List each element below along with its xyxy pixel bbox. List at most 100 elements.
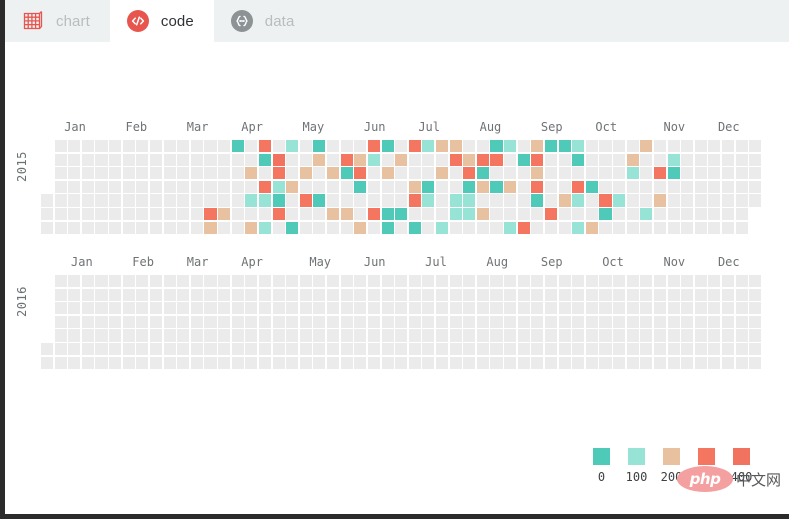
heatmap-cell[interactable]: [177, 356, 190, 369]
heatmap-cell[interactable]: [95, 288, 108, 301]
heatmap-cell[interactable]: [490, 153, 503, 166]
heatmap-cell[interactable]: [245, 180, 258, 193]
heatmap-cell[interactable]: [749, 180, 762, 193]
heatmap-cell[interactable]: [653, 356, 666, 369]
heatmap-cell[interactable]: [68, 153, 81, 166]
heatmap-cell[interactable]: [231, 315, 244, 328]
heatmap-cell[interactable]: [653, 275, 666, 288]
heatmap-cell[interactable]: [54, 180, 67, 193]
heatmap-cell[interactable]: [708, 140, 721, 153]
heatmap-cell[interactable]: [544, 180, 558, 193]
heatmap-cell[interactable]: [504, 343, 517, 356]
heatmap-cell[interactable]: [340, 194, 353, 207]
heatmap-cell[interactable]: [286, 208, 299, 221]
heatmap-cell[interactable]: [381, 302, 394, 315]
heatmap-cell[interactable]: [190, 329, 203, 342]
heatmap-cell[interactable]: [558, 140, 571, 153]
heatmap-cell[interactable]: [354, 275, 367, 288]
heatmap-cell[interactable]: [163, 288, 176, 301]
heatmap-cell[interactable]: [422, 343, 435, 356]
heatmap-cell[interactable]: [149, 329, 163, 342]
heatmap-cell[interactable]: [354, 153, 367, 166]
heatmap-cell[interactable]: [544, 275, 558, 288]
heatmap-cell[interactable]: [258, 140, 271, 153]
heatmap-cell[interactable]: [122, 221, 135, 234]
heatmap-cell[interactable]: [81, 167, 94, 180]
heatmap-cell[interactable]: [708, 329, 721, 342]
heatmap-cell[interactable]: [585, 194, 598, 207]
heatmap-cell[interactable]: [640, 153, 653, 166]
heatmap-cell[interactable]: [613, 167, 626, 180]
heatmap-cell[interactable]: [572, 194, 585, 207]
heatmap-cell[interactable]: [367, 315, 380, 328]
heatmap-cell[interactable]: [41, 356, 54, 369]
heatmap-cell[interactable]: [286, 315, 299, 328]
heatmap-cell[interactable]: [572, 208, 585, 221]
heatmap-cell[interactable]: [149, 343, 163, 356]
heatmap-cell[interactable]: [435, 221, 449, 234]
heatmap-cell[interactable]: [504, 194, 517, 207]
heatmap-cell[interactable]: [81, 221, 94, 234]
heatmap-cell[interactable]: [422, 356, 435, 369]
heatmap-cell[interactable]: [286, 153, 299, 166]
heatmap-cell[interactable]: [163, 167, 176, 180]
heatmap-cell[interactable]: [531, 194, 544, 207]
heatmap-cell[interactable]: [613, 288, 626, 301]
heatmap-cell[interactable]: [95, 315, 108, 328]
heatmap-cell[interactable]: [109, 315, 122, 328]
heatmap-cell[interactable]: [81, 194, 94, 207]
heatmap-cell[interactable]: [585, 329, 598, 342]
heatmap-cell[interactable]: [613, 275, 626, 288]
heatmap-cell[interactable]: [435, 315, 449, 328]
heatmap-cell[interactable]: [313, 315, 326, 328]
heatmap-cell[interactable]: [640, 275, 653, 288]
heatmap-cell[interactable]: [163, 194, 176, 207]
heatmap-cell[interactable]: [722, 167, 735, 180]
heatmap-cell[interactable]: [245, 194, 258, 207]
heatmap-cell[interactable]: [517, 180, 530, 193]
heatmap-cell[interactable]: [258, 180, 271, 193]
heatmap-cell[interactable]: [667, 167, 680, 180]
heatmap-cell[interactable]: [245, 153, 258, 166]
heatmap-cell[interactable]: [327, 180, 340, 193]
heatmap-cell[interactable]: [449, 275, 462, 288]
heatmap-cell[interactable]: [258, 208, 271, 221]
heatmap-cell[interactable]: [599, 140, 612, 153]
heatmap-cell[interactable]: [681, 140, 694, 153]
heatmap-cell[interactable]: [435, 275, 449, 288]
heatmap-cell[interactable]: [572, 356, 585, 369]
heatmap-cell[interactable]: [681, 302, 694, 315]
heatmap-cell[interactable]: [231, 180, 244, 193]
heatmap-cell[interactable]: [190, 153, 203, 166]
heatmap-cell[interactable]: [190, 288, 203, 301]
heatmap-cell[interactable]: [163, 180, 176, 193]
heatmap-cell[interactable]: [544, 208, 558, 221]
heatmap-cell[interactable]: [81, 356, 94, 369]
heatmap-cell[interactable]: [422, 140, 435, 153]
heatmap-cell[interactable]: [572, 167, 585, 180]
heatmap-cell[interactable]: [109, 302, 122, 315]
heatmap-cell[interactable]: [122, 140, 135, 153]
heatmap-cell[interactable]: [381, 208, 394, 221]
heatmap-cell[interactable]: [163, 329, 176, 342]
heatmap-cell[interactable]: [749, 288, 762, 301]
heatmap-cell[interactable]: [517, 275, 530, 288]
heatmap-cell[interactable]: [694, 180, 707, 193]
heatmap-cell[interactable]: [626, 329, 639, 342]
heatmap-cell[interactable]: [544, 221, 558, 234]
heatmap-cell[interactable]: [68, 356, 81, 369]
heatmap-cell[interactable]: [626, 194, 639, 207]
heatmap-cell[interactable]: [544, 140, 558, 153]
heatmap-cell[interactable]: [95, 356, 108, 369]
heatmap-cell[interactable]: [517, 194, 530, 207]
heatmap-cell[interactable]: [258, 315, 271, 328]
heatmap-cell[interactable]: [286, 194, 299, 207]
heatmap-cell[interactable]: [585, 140, 598, 153]
heatmap-cell[interactable]: [517, 221, 530, 234]
heatmap-cell[interactable]: [504, 221, 517, 234]
heatmap-cell[interactable]: [544, 302, 558, 315]
heatmap-cell[interactable]: [708, 153, 721, 166]
heatmap-cell[interactable]: [122, 288, 135, 301]
heatmap-cell[interactable]: [613, 180, 626, 193]
heatmap-cell[interactable]: [558, 315, 571, 328]
